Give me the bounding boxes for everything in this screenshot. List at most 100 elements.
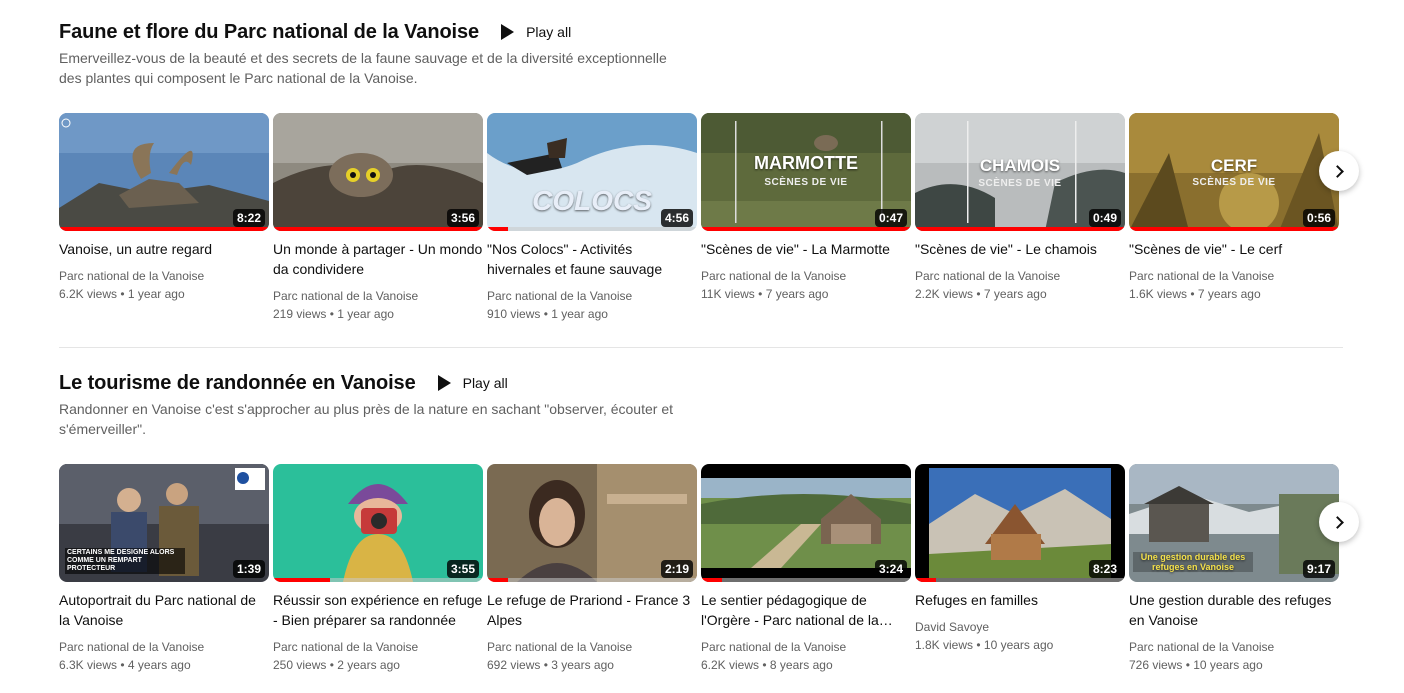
video-thumbnail[interactable]: COLOCS 4:56	[487, 113, 697, 231]
video-meta: 6.2K views • 1 year ago	[59, 287, 185, 301]
video-title[interactable]: Le sentier pédagogique de l'Orgère - Par…	[701, 590, 911, 630]
shelf-tourisme-randonnee: Le tourisme de randonnée en Vanoise Play…	[59, 369, 1359, 672]
video-thumbnail[interactable]: 3:55	[273, 464, 483, 582]
upload-age: 7 years ago	[765, 287, 829, 301]
video-title[interactable]: "Scènes de vie" - La Marmotte	[701, 239, 911, 259]
video-card[interactable]: CHAMOIS SCÈNES DE VIE 0:49 "Scènes de vi…	[915, 113, 1125, 303]
view-count: 219 views	[273, 307, 327, 321]
video-card[interactable]: 2:19 Le refuge de Prariond - France 3 Al…	[487, 464, 697, 674]
video-title[interactable]: Autoportrait du Parc national de la Vano…	[59, 590, 269, 630]
video-card[interactable]: 3:24 Le sentier pédagogique de l'Orgère …	[701, 464, 911, 674]
upload-age: 10 years ago	[1193, 658, 1263, 672]
upload-age: 1 year ago	[127, 287, 185, 301]
video-title[interactable]: Réussir son expérience en refuge - Bien …	[273, 590, 483, 630]
shelf-faune-flore: Faune et flore du Parc national de la Va…	[59, 18, 1359, 321]
video-thumbnail[interactable]: 2:19	[487, 464, 697, 582]
duration-badge: 2:19	[660, 560, 693, 578]
channel-name[interactable]: Parc national de la Vanoise	[273, 287, 483, 305]
video-meta: 6.3K views • 4 years ago	[59, 658, 191, 672]
video-card[interactable]: 8:23 Refuges en familles David Savoye 1.…	[915, 464, 1125, 654]
video-thumbnail[interactable]: Une gestion durable des refuges en Vanoi…	[1129, 464, 1339, 582]
thumbnail-overlay-subtitle: SCÈNES DE VIE	[978, 178, 1062, 189]
channel-name[interactable]: David Savoye	[915, 618, 1125, 636]
shelf-description: Randonner en Vanoise c'est s'approcher a…	[59, 401, 673, 437]
upload-age: 10 years ago	[983, 638, 1054, 652]
duration-badge: 0:47	[874, 209, 907, 227]
channel-name[interactable]: Parc national de la Vanoise	[487, 638, 697, 656]
watch-progress-bar	[701, 227, 911, 231]
channel-name[interactable]: Parc national de la Vanoise	[701, 638, 911, 656]
channel-name[interactable]: Parc national de la Vanoise	[1129, 267, 1339, 285]
upload-age: 1 year ago	[551, 307, 608, 321]
video-card[interactable]: MARMOTTE SCÈNES DE VIE 0:47 "Scènes de v…	[701, 113, 911, 303]
duration-badge: 1:39	[232, 560, 265, 578]
video-title[interactable]: "Scènes de vie" - Le chamois	[915, 239, 1125, 259]
duration-badge: 8:22	[232, 209, 265, 227]
watch-progress-bar	[487, 578, 508, 582]
video-meta: 1.6K views • 7 years ago	[1129, 287, 1261, 301]
video-title[interactable]: Refuges en familles	[915, 590, 1125, 610]
video-thumbnail[interactable]: 8:23	[915, 464, 1125, 582]
channel-name[interactable]: Parc national de la Vanoise	[59, 267, 269, 285]
shelf-header: Le tourisme de randonnée en Vanoise Play…	[59, 369, 1349, 397]
play-all-button[interactable]: Play all	[437, 375, 508, 391]
upload-age: 7 years ago	[1197, 287, 1261, 301]
channel-name[interactable]: Parc national de la Vanoise	[1129, 638, 1339, 656]
channel-name[interactable]: Parc national de la Vanoise	[59, 638, 269, 656]
watch-progress-bar	[273, 227, 483, 231]
video-card[interactable]: 3:55 Réussir son expérience en refuge - …	[273, 464, 483, 674]
duration-badge: 3:55	[446, 560, 479, 578]
watch-progress-bar	[915, 227, 1125, 231]
video-meta: 6.2K views • 8 years ago	[701, 658, 833, 672]
video-title[interactable]: Le refuge de Prariond - France 3 Alpes	[487, 590, 697, 630]
view-count: 6.2K views	[59, 287, 118, 301]
shelf-title[interactable]: Faune et flore du Parc national de la Va…	[59, 21, 479, 44]
channel-name[interactable]: Parc national de la Vanoise	[701, 267, 911, 285]
channel-name[interactable]: Parc national de la Vanoise	[915, 267, 1125, 285]
watch-progress-bar	[915, 578, 936, 582]
video-row: CERTAINS ME DESIGNE ALORS COMME UN REMPA…	[59, 464, 1359, 693]
view-count: 692 views	[487, 658, 541, 672]
video-card[interactable]: Une gestion durable des refuges en Vanoi…	[1129, 464, 1339, 674]
video-thumbnail[interactable]: 8:22	[59, 113, 269, 231]
video-card[interactable]: COLOCS 4:56 "Nos Colocs" - Activités hiv…	[487, 113, 697, 323]
upload-age: 1 year ago	[337, 307, 394, 321]
watch-progress-bar	[1129, 227, 1339, 231]
video-thumbnail[interactable]: MARMOTTE SCÈNES DE VIE 0:47	[701, 113, 911, 231]
shelf-title[interactable]: Le tourisme de randonnée en Vanoise	[59, 372, 416, 395]
chevron-right-icon	[1330, 515, 1344, 529]
watch-progress-bar	[487, 227, 508, 231]
channel-name[interactable]: Parc national de la Vanoise	[273, 638, 483, 656]
video-card[interactable]: 3:56 Un monde à partager - Un mondo da c…	[273, 113, 483, 323]
video-title[interactable]: "Scènes de vie" - Le cerf	[1129, 239, 1339, 259]
channel-name[interactable]: Parc national de la Vanoise	[487, 287, 697, 305]
watch-progress-bar	[273, 578, 330, 582]
play-icon	[501, 24, 515, 40]
video-thumbnail[interactable]: 3:24	[701, 464, 911, 582]
video-thumbnail[interactable]: CERTAINS ME DESIGNE ALORS COMME UN REMPA…	[59, 464, 269, 582]
video-card[interactable]: CERF SCÈNES DE VIE 0:56 "Scènes de vie" …	[1129, 113, 1339, 303]
watch-progress-bar	[59, 227, 269, 231]
video-thumbnail[interactable]: CERF SCÈNES DE VIE 0:56	[1129, 113, 1339, 231]
video-title[interactable]: Un monde à partager - Un mondo da condiv…	[273, 239, 483, 279]
video-thumbnail[interactable]: CHAMOIS SCÈNES DE VIE 0:49	[915, 113, 1125, 231]
shelf-next-button[interactable]	[1319, 502, 1359, 542]
duration-badge: 4:56	[660, 209, 693, 227]
thumbnail-overlay-subtitle: SCÈNES DE VIE	[764, 177, 848, 188]
video-card[interactable]: 8:22 Vanoise, un autre regard Parc natio…	[59, 113, 269, 303]
video-title[interactable]: Une gestion durable des refuges en Vanoi…	[1129, 590, 1339, 630]
duration-badge: 3:56	[446, 209, 479, 227]
chevron-right-icon	[1330, 164, 1344, 178]
thumbnail-caption: CERTAINS ME DESIGNE ALORS COMME UN REMPA…	[65, 548, 185, 574]
video-title[interactable]: Vanoise, un autre regard	[59, 239, 269, 259]
upload-age: 7 years ago	[983, 287, 1047, 301]
play-all-label: Play all	[462, 375, 508, 391]
shelf-next-button[interactable]	[1319, 151, 1359, 191]
view-count: 1.8K views	[915, 638, 974, 652]
video-thumbnail[interactable]: 3:56	[273, 113, 483, 231]
view-count: 2.2K views	[915, 287, 974, 301]
shelf-header: Faune et flore du Parc national de la Va…	[59, 18, 1349, 46]
video-card[interactable]: CERTAINS ME DESIGNE ALORS COMME UN REMPA…	[59, 464, 269, 674]
play-all-button[interactable]: Play all	[501, 24, 571, 40]
video-title[interactable]: "Nos Colocs" - Activités hivernales et f…	[487, 239, 697, 279]
